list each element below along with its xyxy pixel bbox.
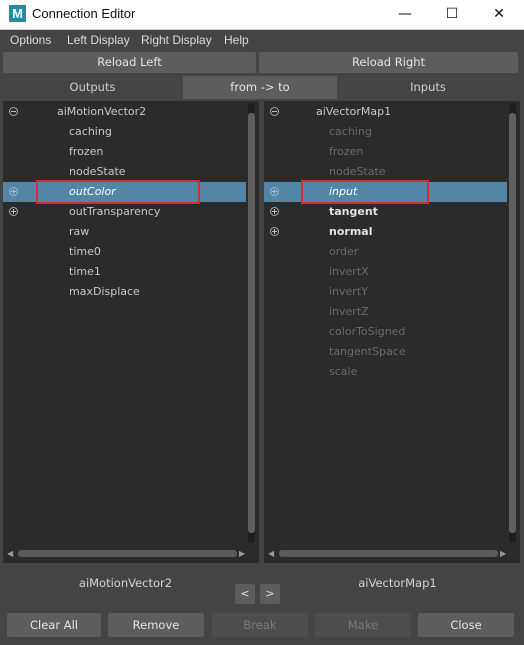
attr-label: scale [329, 365, 358, 378]
list-item: scale [264, 362, 507, 382]
next-node-button[interactable]: > [260, 584, 280, 604]
scroll-right-icon[interactable]: ▶ [239, 549, 246, 558]
attr-label: invertY [329, 285, 368, 298]
close-window-button[interactable]: ✕ [476, 0, 522, 30]
make-button[interactable]: Make [315, 613, 411, 637]
expand-icon[interactable] [9, 207, 18, 216]
right-horizontal-scrollbar[interactable] [279, 550, 498, 557]
list-item: order [264, 242, 507, 262]
left-node-name: aiMotionVector2 [57, 105, 147, 118]
list-item[interactable]: caching [3, 122, 246, 142]
list-item[interactable]: normal [264, 222, 507, 242]
scroll-thumb[interactable] [509, 113, 516, 533]
menu-help[interactable]: Help [224, 33, 249, 47]
list-item: caching [264, 122, 507, 142]
attr-label: order [329, 245, 359, 258]
maya-app-icon: M [9, 5, 26, 22]
expand-icon[interactable] [270, 187, 279, 196]
maximize-button[interactable]: ☐ [429, 0, 475, 30]
attr-label: invertZ [329, 305, 369, 318]
menu-bar: Options Left Display Right Display Help [0, 30, 524, 50]
attr-label: colorToSigned [329, 325, 406, 338]
right-vertical-scrollbar[interactable] [509, 103, 516, 543]
outputs-header: Outputs [3, 76, 182, 99]
attr-label: time0 [69, 245, 101, 258]
list-item[interactable]: tangent [264, 202, 507, 222]
scroll-right-icon[interactable]: ▶ [500, 549, 507, 558]
title-bar: M Connection Editor — ☐ ✕ [0, 0, 524, 30]
collapse-icon[interactable] [9, 107, 18, 116]
left-horizontal-scrollbar[interactable] [18, 550, 237, 557]
attr-label: tangentSpace [329, 345, 406, 358]
attr-label: nodeState [69, 165, 126, 178]
list-item[interactable]: outTransparency [3, 202, 246, 222]
list-item: frozen [264, 142, 507, 162]
attr-label: normal [329, 225, 373, 238]
attr-label: time1 [69, 265, 101, 278]
close-button[interactable]: Close [418, 613, 514, 637]
list-item[interactable]: maxDisplace [3, 282, 246, 302]
list-item: invertX [264, 262, 507, 282]
minimize-button[interactable]: — [382, 0, 428, 30]
remove-button[interactable]: Remove [108, 613, 204, 637]
scroll-thumb[interactable] [248, 113, 255, 533]
left-vertical-scrollbar[interactable] [248, 103, 255, 543]
list-item: colorToSigned [264, 322, 507, 342]
window-title: Connection Editor [32, 6, 136, 21]
list-item[interactable]: nodeState [3, 162, 246, 182]
inputs-header: Inputs [338, 76, 518, 99]
scroll-left-icon[interactable]: ◀ [268, 549, 275, 558]
list-item: invertZ [264, 302, 507, 322]
prev-node-button[interactable]: < [235, 584, 255, 604]
highlight-box [301, 180, 429, 204]
break-button[interactable]: Break [212, 613, 308, 637]
attr-label: nodeState [329, 165, 386, 178]
attr-label: tangent [329, 205, 378, 218]
attr-label: caching [329, 125, 372, 138]
expand-icon[interactable] [270, 207, 279, 216]
clear-all-button[interactable]: Clear All [7, 613, 101, 637]
reload-right-button[interactable]: Reload Right [259, 52, 518, 73]
attr-label: invertX [329, 265, 369, 278]
menu-options[interactable]: Options [10, 33, 51, 47]
expand-icon[interactable] [270, 227, 279, 236]
attr-label: frozen [329, 145, 364, 158]
direction-toggle-button[interactable]: from -> to [183, 76, 337, 99]
list-item[interactable]: time0 [3, 242, 246, 262]
attr-label: raw [69, 225, 90, 238]
list-item: nodeState [264, 162, 507, 182]
left-node-label: aiMotionVector2 [78, 576, 173, 590]
attr-label: maxDisplace [69, 285, 140, 298]
expand-icon[interactable] [9, 187, 18, 196]
list-item[interactable]: time1 [3, 262, 246, 282]
left-attribute-list[interactable]: aiMotionVector2 caching frozen nodeState… [3, 101, 259, 563]
list-item[interactable]: raw [3, 222, 246, 242]
right-node-row[interactable]: aiVectorMap1 [264, 102, 507, 122]
list-item[interactable]: frozen [3, 142, 246, 162]
attr-label: caching [69, 125, 112, 138]
left-node-row[interactable]: aiMotionVector2 [3, 102, 246, 122]
highlight-box [36, 180, 200, 204]
collapse-icon[interactable] [270, 107, 279, 116]
reload-left-button[interactable]: Reload Left [3, 52, 256, 73]
scroll-left-icon[interactable]: ◀ [7, 549, 14, 558]
attr-label: frozen [69, 145, 104, 158]
list-item: invertY [264, 282, 507, 302]
list-item: tangentSpace [264, 342, 507, 362]
attr-label: outTransparency [69, 205, 161, 218]
right-node-label: aiVectorMap1 [358, 576, 437, 590]
menu-right-display[interactable]: Right Display [141, 33, 212, 47]
menu-left-display[interactable]: Left Display [67, 33, 130, 47]
right-attribute-list[interactable]: aiVectorMap1 caching frozen nodeState in… [264, 101, 520, 563]
right-node-name: aiVectorMap1 [316, 105, 392, 118]
